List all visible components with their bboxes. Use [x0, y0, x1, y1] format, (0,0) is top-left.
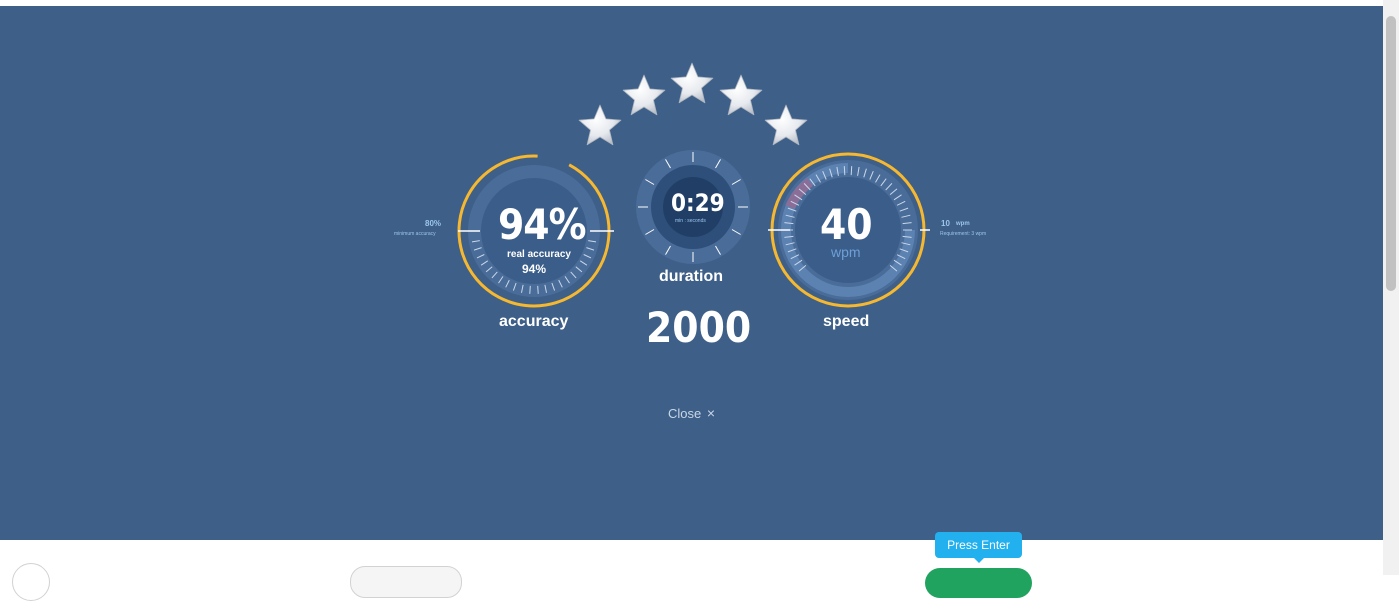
- star-icon: [764, 104, 808, 146]
- star-icon: [622, 74, 666, 116]
- press-enter-tooltip: Press Enter: [935, 532, 1022, 558]
- close-label: Close: [668, 406, 702, 421]
- speed-value: 40: [820, 200, 873, 249]
- score-value: 2000: [646, 303, 752, 352]
- star-icon: [578, 104, 622, 146]
- speed-unit: wpm: [831, 244, 861, 260]
- speed-requirement-unit: wpm: [956, 221, 970, 227]
- secondary-button[interactable]: [350, 566, 462, 598]
- back-button[interactable]: [12, 563, 50, 601]
- gauge-tick: [850, 166, 853, 176]
- real-accuracy-value: 94%: [522, 262, 547, 276]
- speed-requirement-value: 10: [941, 219, 950, 228]
- next-button[interactable]: [925, 568, 1032, 598]
- tooltip-arrow: [973, 557, 985, 563]
- duration-value: 0:29: [671, 189, 725, 217]
- min-accuracy-value: 80%: [425, 219, 442, 228]
- close-icon: ×: [706, 405, 716, 421]
- speed-requirement-label: Requirement: 3 wpm: [940, 231, 987, 237]
- gauge-tick: [537, 285, 539, 294]
- duration-unit: min : seconds: [675, 218, 706, 224]
- speed-label: speed: [823, 313, 870, 330]
- results-graphics: [457, 62, 930, 308]
- min-accuracy-label: minimum accuracy: [394, 231, 436, 237]
- scrollbar[interactable]: [1383, 0, 1399, 575]
- gauge-tick: [843, 166, 846, 176]
- real-accuracy-label: real accuracy: [507, 249, 571, 260]
- scrollbar-thumb[interactable]: [1386, 16, 1396, 291]
- star-rating: [578, 62, 808, 146]
- accuracy-value: 94%: [498, 200, 586, 249]
- star-icon: [670, 62, 714, 104]
- gauge-tick: [529, 285, 531, 294]
- duration-label: duration: [659, 268, 723, 285]
- star-icon: [719, 74, 763, 116]
- accuracy-label: accuracy: [499, 313, 569, 330]
- close-button[interactable]: Close ×: [668, 405, 715, 421]
